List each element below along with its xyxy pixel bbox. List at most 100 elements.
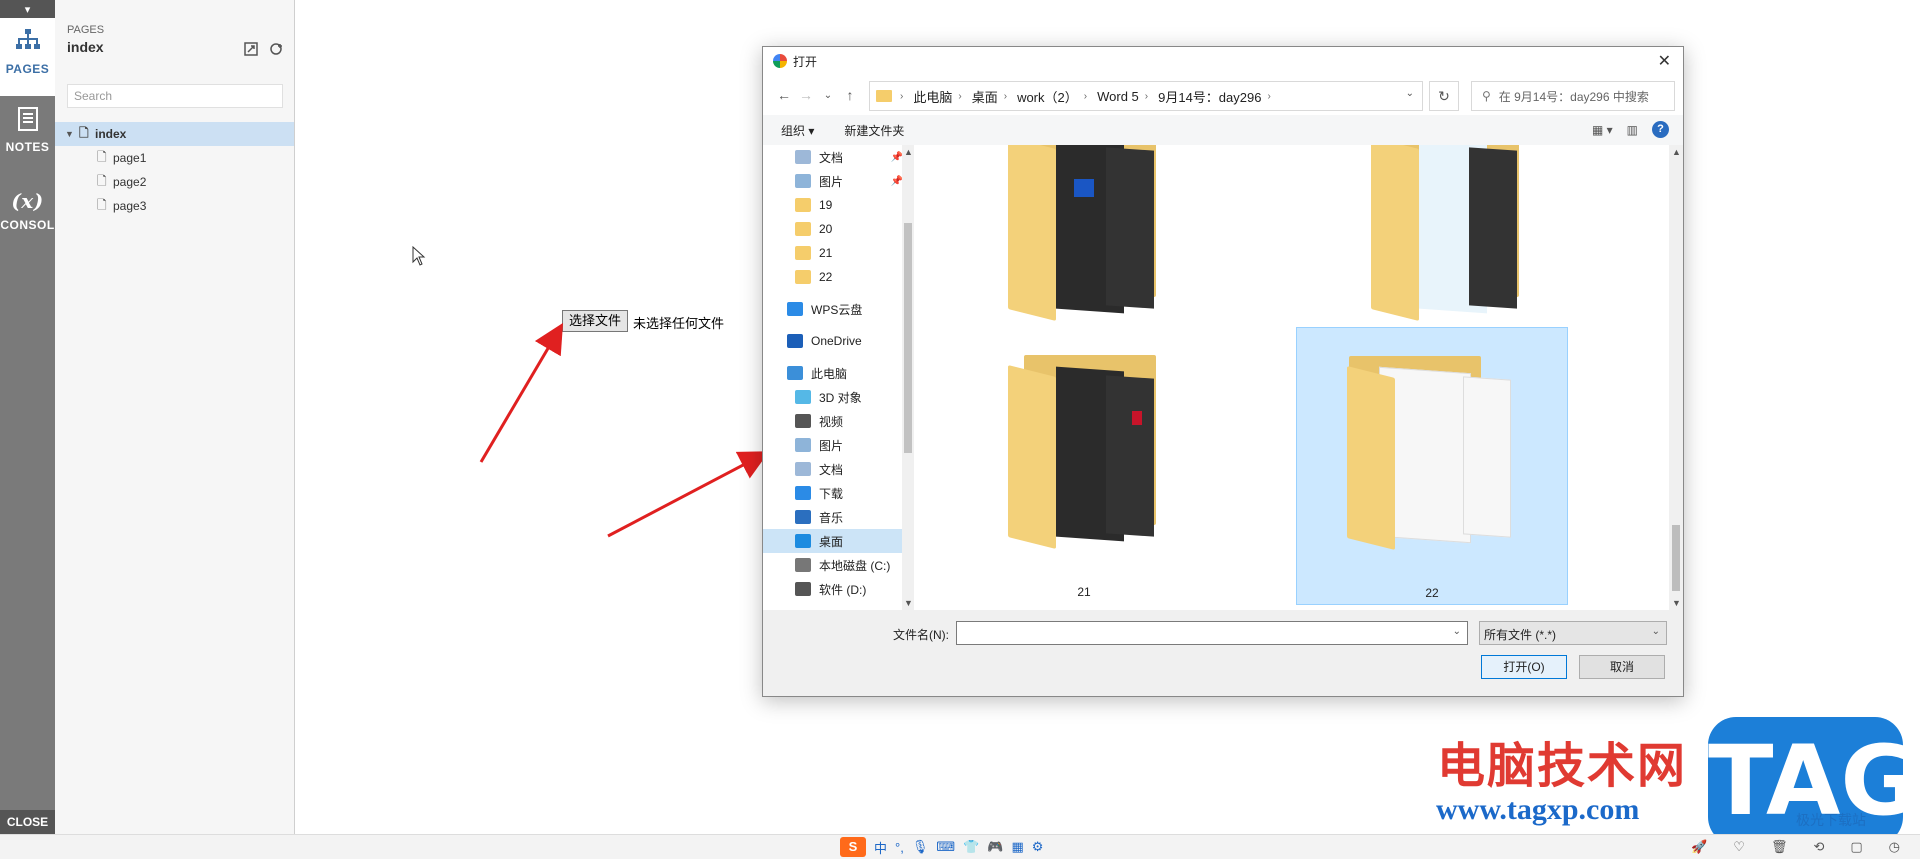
folder-icon: [876, 90, 892, 102]
nav-item[interactable]: 文档 📌: [763, 145, 913, 169]
folder-tile-21[interactable]: 21: [954, 327, 1214, 603]
help-icon[interactable]: ?: [1652, 121, 1669, 138]
nav-item[interactable]: 19: [763, 193, 913, 217]
nav-item-label: 软件 (D:): [819, 582, 867, 597]
breadcrumb-item[interactable]: 9月14号：day296: [1158, 87, 1261, 106]
forward-arrow-icon[interactable]: →: [795, 87, 817, 103]
sync-icon[interactable]: ⟲: [1813, 839, 1824, 855]
folder-front-graphic: [1008, 365, 1056, 549]
documents-icon: [795, 150, 811, 164]
scroll-up-icon[interactable]: ▲: [904, 147, 913, 157]
nav-gap: [763, 353, 913, 361]
tree-item-page2[interactable]: 🗋 page2: [55, 170, 294, 194]
ime-mode-label[interactable]: 中: [874, 838, 887, 857]
heart-icon[interactable]: ♡: [1733, 839, 1745, 855]
notes-icon: [0, 106, 55, 140]
nav-item[interactable]: 20: [763, 217, 913, 241]
recent-dropdown-icon[interactable]: ⌄: [817, 90, 839, 101]
rocket-icon[interactable]: 🚀: [1691, 839, 1707, 855]
breadcrumb-item[interactable]: work（2）: [1017, 87, 1078, 106]
nav-item[interactable]: 本地磁盘 (C:): [763, 553, 913, 577]
breadcrumb-item[interactable]: 此电脑: [913, 87, 952, 106]
skin-icon[interactable]: 👕: [963, 839, 979, 855]
caret-down-icon[interactable]: ▼: [65, 129, 79, 139]
chevron-down-icon[interactable]: ⌄: [1453, 626, 1461, 637]
folder-icon: [795, 198, 811, 212]
chevron-right-icon: ›: [1144, 90, 1149, 102]
trash-icon[interactable]: 🗑: [1771, 839, 1788, 855]
folder-front-graphic: [1008, 145, 1056, 321]
refresh-icon[interactable]: ↻: [1429, 81, 1459, 111]
filename-input[interactable]: ⌄: [956, 621, 1468, 645]
nav-item[interactable]: OneDrive: [763, 329, 913, 353]
close-button[interactable]: CLOSE: [0, 810, 55, 834]
nav-item[interactable]: 3D 对象: [763, 385, 913, 409]
chevron-right-icon: ›: [900, 90, 904, 102]
game-icon[interactable]: 🎮: [987, 839, 1003, 855]
watermark-logo-sub: 极光下载站: [1796, 812, 1866, 828]
add-folder-icon[interactable]: [270, 42, 284, 59]
nav-item[interactable]: 图片: [763, 433, 913, 457]
apps-icon[interactable]: ▦: [1011, 839, 1023, 855]
folder-icon: [795, 246, 811, 260]
rail-tab-notes[interactable]: NOTES: [0, 96, 55, 174]
scroll-thumb[interactable]: [1672, 525, 1680, 591]
pictures-icon: [795, 438, 811, 452]
folder-tile-22[interactable]: 22: [1296, 327, 1568, 605]
cancel-button[interactable]: 取消: [1579, 655, 1665, 679]
nav-item[interactable]: WPS云盘: [763, 297, 913, 321]
nav-item[interactable]: 图片 📌: [763, 169, 913, 193]
sogou-logo-icon[interactable]: S: [840, 837, 866, 857]
rail-tab-console[interactable]: (x) CONSOL: [0, 174, 55, 252]
choose-file-button[interactable]: 选择文件: [562, 310, 629, 332]
settings-icon[interactable]: ⚙: [1032, 839, 1044, 855]
chevron-right-icon: ›: [1083, 90, 1088, 102]
nav-item[interactable]: 音乐: [763, 505, 913, 529]
open-button[interactable]: 打开(O): [1481, 655, 1567, 679]
view-options-icon[interactable]: ▦ ▾: [1592, 123, 1613, 137]
nav-item[interactable]: 22: [763, 265, 913, 289]
nav-item[interactable]: 视频: [763, 409, 913, 433]
address-bar[interactable]: › 此电脑 › 桌面 › work（2） › Word 5 › 9月14号：da…: [869, 81, 1423, 111]
tree-item-label: page1: [113, 151, 147, 165]
chevron-right-icon: ›: [1003, 90, 1008, 102]
add-page-icon[interactable]: [244, 42, 258, 59]
nav-item[interactable]: 21: [763, 241, 913, 265]
preview-pane-icon[interactable]: ▥: [1627, 123, 1638, 137]
back-arrow-icon[interactable]: ←: [773, 87, 795, 103]
clock-icon[interactable]: ◷: [1889, 839, 1900, 855]
chevron-down-icon[interactable]: ⌄: [1406, 88, 1414, 99]
folder-search-input[interactable]: ⚲ 在 9月14号：day296 中搜索: [1471, 81, 1675, 111]
scroll-down-icon[interactable]: ▼: [1672, 598, 1681, 608]
close-icon[interactable]: ✕: [1658, 51, 1671, 71]
scroll-up-icon[interactable]: ▲: [1672, 147, 1681, 157]
scroll-down-icon[interactable]: ▼: [904, 598, 913, 608]
search-input[interactable]: Search: [67, 84, 283, 108]
folder-view-scrollbar[interactable]: ▲ ▼: [1669, 145, 1683, 610]
tree-item-label: page3: [113, 199, 147, 213]
filetype-select[interactable]: 所有文件 (*.*) ⌄: [1479, 621, 1667, 645]
navigation-scrollbar[interactable]: ▲ ▼: [902, 145, 914, 610]
collapse-toggle[interactable]: ▾: [0, 0, 55, 18]
keyboard-icon[interactable]: ⌨: [936, 839, 955, 855]
annotation-arrow-to-dialog: [607, 451, 770, 538]
tree-item-page3[interactable]: 🗋 page3: [55, 194, 294, 218]
rail-tab-pages[interactable]: PAGES: [0, 18, 55, 96]
nav-item[interactable]: 此电脑: [763, 361, 913, 385]
new-folder-button[interactable]: 新建文件夹: [844, 122, 904, 139]
up-arrow-icon[interactable]: ↑: [839, 87, 861, 103]
nav-item[interactable]: 桌面: [763, 529, 913, 553]
nav-item[interactable]: 软件 (D:): [763, 577, 913, 601]
scroll-thumb[interactable]: [904, 223, 912, 453]
breadcrumb-item[interactable]: Word 5: [1097, 89, 1139, 104]
nav-item[interactable]: 文档: [763, 457, 913, 481]
window-icon[interactable]: ▢: [1850, 839, 1862, 855]
organize-menu[interactable]: 组织 ▾: [781, 122, 814, 139]
tree-item-page1[interactable]: 🗋 page1: [55, 146, 294, 170]
pages-panel: PAGES index Search ▼ 🗋 index 🗋 page1 🗋 p…: [55, 0, 295, 834]
microphone-icon[interactable]: 🎙: [912, 839, 929, 855]
punctuation-icon[interactable]: °,: [895, 840, 904, 855]
breadcrumb-item[interactable]: 桌面: [972, 87, 998, 106]
nav-item[interactable]: 下载: [763, 481, 913, 505]
tree-item-index[interactable]: ▼ 🗋 index: [55, 122, 294, 146]
